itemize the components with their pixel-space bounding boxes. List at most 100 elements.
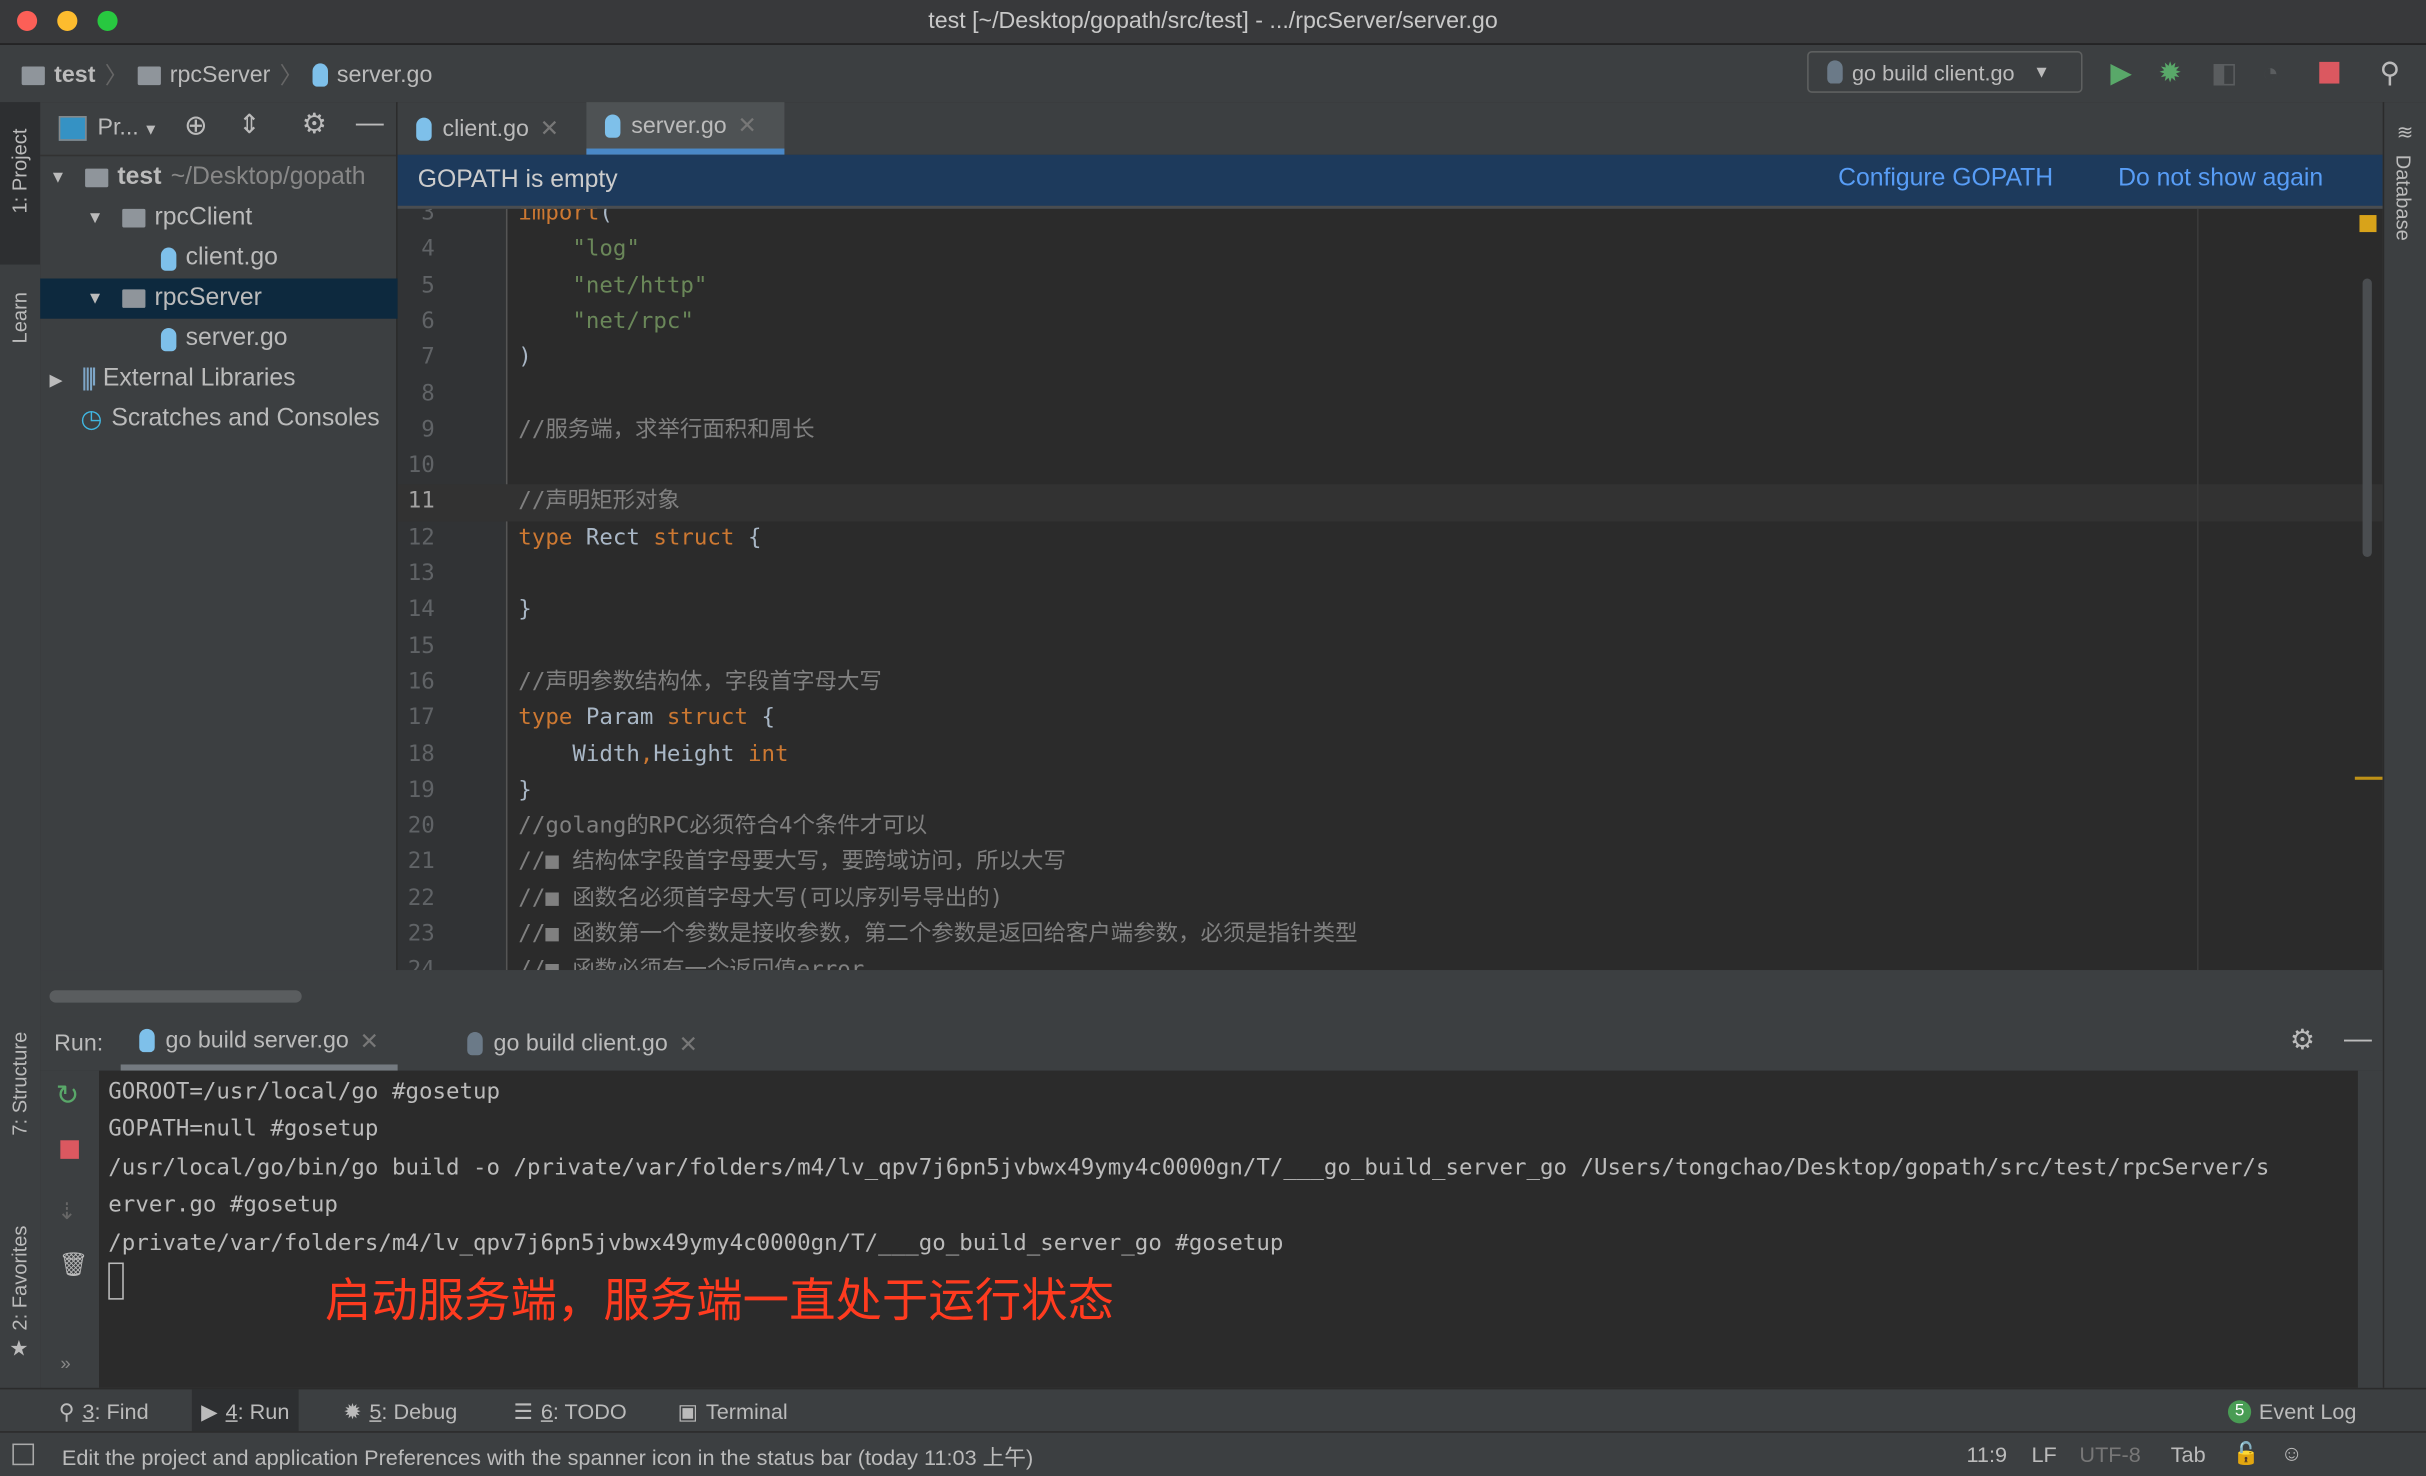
database-icon: ≋ [2396, 120, 2414, 144]
code-text: //■ 结构体字段首字母要大写，要跨域访问，所以大写 [518, 850, 1066, 875]
console-scrollbar[interactable] [2357, 1070, 2383, 1388]
lock-icon[interactable]: 🔓 [2233, 1440, 2260, 1466]
toggle-tool-windows-icon[interactable] [12, 1443, 35, 1466]
folder-icon [21, 65, 45, 85]
tool-debug[interactable]: ✹ 5: Debug [334, 1389, 466, 1432]
horizontal-scrollbar[interactable] [49, 990, 302, 1003]
run-icon[interactable]: ▶ [2110, 57, 2131, 89]
tree-item-external-libraries[interactable]: ▶ |||l External Libraries [40, 359, 405, 399]
run-config-label: go build client.go [1851, 59, 2015, 85]
coverage-icon[interactable]: ◧ [2211, 57, 2237, 89]
close-tab-icon[interactable]: ✕ [679, 1030, 698, 1057]
line-number: 18 [407, 741, 435, 767]
file-encoding[interactable]: UTF-8 [2079, 1442, 2140, 1467]
code-text: } [518, 597, 532, 623]
console-line: GOROOT=/usr/local/go #gosetup [108, 1079, 501, 1105]
status-message: Edit the project and application Prefere… [61, 1445, 1034, 1470]
indent-setting[interactable]: Tab [2171, 1442, 2206, 1467]
line-number: 21 [407, 850, 435, 875]
status-bar: Edit the project and application Prefere… [0, 1431, 2426, 1476]
project-view-select[interactable]: Pr... ▼ [97, 114, 158, 140]
tree-label: server.go [185, 324, 288, 352]
tree-hint: ~/Desktop/gopath [170, 164, 366, 191]
hide-icon[interactable]: — [2344, 1023, 2372, 1055]
chevron-right-icon: ▶ [49, 370, 63, 390]
tool-todo[interactable]: ☰ 6: TODO [504, 1389, 636, 1432]
inspector-icon[interactable]: ☺ [2281, 1440, 2303, 1465]
search-icon[interactable]: ⚲ [2380, 57, 2400, 89]
code-editor[interactable]: 3 import(4 "log" 5 "net/http" 6 "net/rpc" 7)… [397, 208, 2383, 971]
line-number: 7 [421, 345, 435, 371]
line-number: 20 [407, 813, 435, 839]
line-number: 5 [421, 273, 435, 298]
configure-gopath-link[interactable]: Configure GOPATH [1838, 166, 2053, 194]
title-bar: test [~/Desktop/gopath/src/test] - .../r… [0, 0, 2426, 45]
code-text: type Rect struct { [518, 525, 762, 551]
code-line: 11 //声明矩形对象 [397, 484, 2383, 521]
folder-icon [137, 65, 161, 85]
tool-find[interactable]: ⚲ 3: Find [50, 1389, 158, 1432]
console-line: GOPATH=null #gosetup [108, 1117, 379, 1142]
tree-item-test[interactable]: ▼ test ~/Desktop/gopath [40, 158, 405, 198]
hide-icon[interactable]: — [356, 107, 384, 139]
code-text: //golang的RPC必须符合4个条件才可以 [518, 813, 928, 839]
breadcrumb-item[interactable]: server.go [337, 62, 432, 88]
collapse-all-icon[interactable]: ⇕ [238, 110, 260, 141]
chevron-down-icon: ▼ [49, 168, 67, 188]
right-tool-stripe: ≋ Database [2382, 102, 2426, 1388]
go-file-icon [604, 113, 621, 137]
tree-item-rpcclient[interactable]: ▼ rpcClient [40, 198, 442, 238]
profile-icon[interactable]: ◔ [2262, 57, 2279, 89]
gear-icon[interactable]: ⚙ [2290, 1024, 2315, 1056]
go-file-icon [312, 63, 328, 87]
code-line: 6 "net/rpc" [398, 305, 2383, 341]
close-tab-icon[interactable]: ✕ [360, 1027, 379, 1054]
tool-database[interactable]: Database [2392, 155, 2415, 241]
code-text: //■ 函数名必须首字母大写(可以序列号导出的) [518, 886, 1004, 911]
trash-icon[interactable]: 🗑 [59, 1250, 88, 1278]
line-number: 15 [407, 633, 435, 659]
breadcrumb-item[interactable]: rpcServer [170, 62, 271, 88]
tree-item-rpcserver[interactable]: ▼ rpcServer [40, 278, 443, 319]
more-icon[interactable]: » [60, 1352, 70, 1374]
line-number: 22 [407, 886, 435, 911]
tool-run[interactable]: ▶ 4: Run [191, 1389, 299, 1433]
gear-icon[interactable]: ⚙ [302, 108, 327, 140]
close-tab-icon[interactable]: ✕ [540, 114, 559, 142]
code-line: 21 //■ 结构体字段首字母要大写，要跨域访问，所以大写 [398, 845, 2383, 881]
run-tab-server[interactable]: go build server.go ✕ [120, 1017, 398, 1071]
warning-marker[interactable] [2354, 776, 2383, 780]
tab-server-go[interactable]: server.go ✕ [586, 102, 785, 155]
scroll-to-end-icon[interactable]: ⇣ [57, 1198, 76, 1225]
rerun-icon[interactable]: ↻ [56, 1080, 79, 1112]
console-line: /private/var/folders/m4/lv_qpv7j6pn5jvbw… [108, 1231, 1284, 1257]
line-number: 23 [407, 922, 435, 947]
vertical-scrollbar[interactable] [2362, 278, 2372, 557]
tool-learn[interactable]: Learn [8, 292, 31, 343]
tool-project[interactable]: 1: Project [8, 129, 31, 214]
breadcrumb-item[interactable]: test [54, 62, 95, 88]
run-configuration-select[interactable]: go build client.go ▼ [1807, 51, 2083, 93]
event-log-label: Event Log [2258, 1398, 2357, 1424]
code-line: 20 //golang的RPC必须符合4个条件才可以 [398, 809, 2383, 845]
close-tab-icon[interactable]: ✕ [738, 111, 757, 139]
code-line: 15 [398, 629, 2383, 665]
tree-item-scratches[interactable]: ◷ Scratches and Consoles [40, 399, 436, 439]
terminal-icon: ▣ [677, 1397, 699, 1423]
run-console[interactable]: GOROOT=/usr/local/go #gosetup GOPATH=nul… [99, 1070, 2383, 1388]
locate-icon[interactable]: ⊕ [184, 110, 207, 142]
tool-favorites[interactable]: 2: Favorites [8, 1226, 31, 1331]
tab-client-go[interactable]: client.go ✕ [398, 102, 587, 155]
code-text: "log" [572, 237, 640, 262]
debug-icon[interactable]: ✹ [2158, 57, 2181, 89]
event-count-badge: 5 [2227, 1399, 2252, 1423]
caret-position[interactable]: 11:9 [1966, 1442, 2007, 1467]
run-tab-client[interactable]: go build client.go ✕ [449, 1017, 717, 1071]
event-log-button[interactable]: 5 Event Log [2219, 1389, 2366, 1432]
tool-terminal[interactable]: ▣ Terminal [668, 1389, 797, 1432]
do-not-show-again-link[interactable]: Do not show again [2118, 166, 2323, 194]
line-separator[interactable]: LF [2031, 1442, 2056, 1467]
stop-icon[interactable] [60, 1140, 79, 1159]
tool-structure[interactable]: 7: Structure [8, 1032, 31, 1136]
stop-icon[interactable] [2319, 61, 2340, 84]
